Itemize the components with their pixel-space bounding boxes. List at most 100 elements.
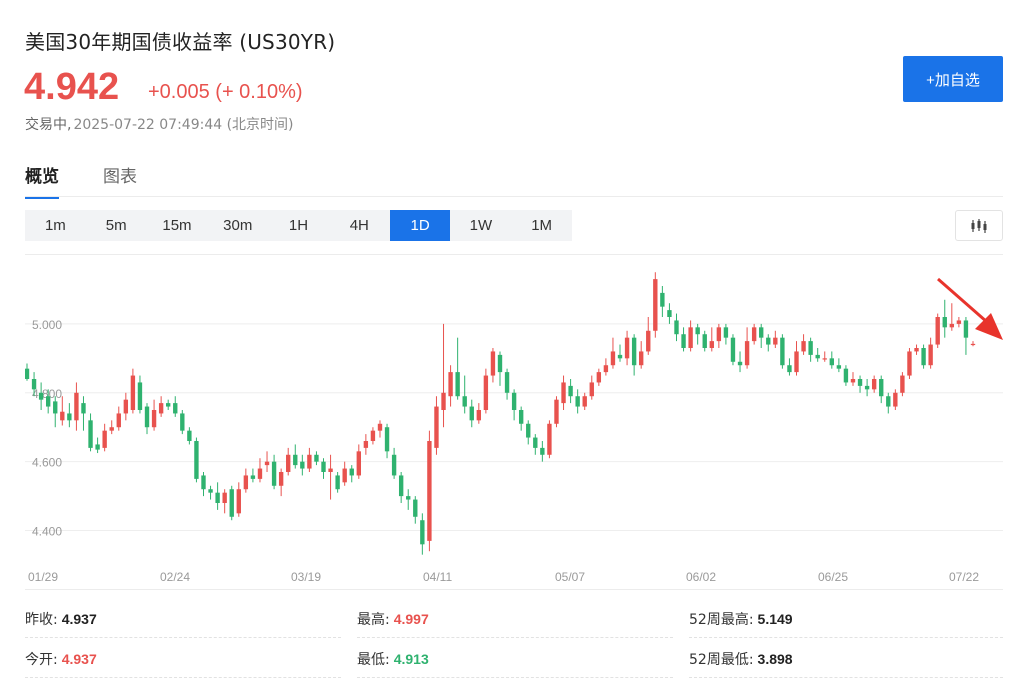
stat-label: 今开: [25,652,58,668]
candle-body [886,396,891,407]
candle-body [123,399,129,414]
instrument-title: 美国30年期国债收益率 (US30YR) [25,30,336,54]
tab-overview[interactable]: 概览 [25,162,59,199]
candle-body [293,454,298,466]
add-watchlist-button[interactable]: +加自选 [903,56,1003,102]
candle-body [384,427,390,452]
chart-type-button[interactable] [955,210,1003,241]
period-1mo[interactable]: 1M [511,210,572,241]
candle-body [871,379,877,390]
candle-body [67,413,72,421]
candle-body [596,372,602,383]
candle-body [787,365,792,373]
candle-body [907,351,912,376]
candle-body [469,406,474,421]
period-5m[interactable]: 5m [86,210,147,241]
candle-body [780,337,785,366]
period-4h[interactable]: 4H [329,210,390,241]
period-30m[interactable]: 30m [207,210,268,241]
candle-body [511,392,517,410]
candle-body [215,492,220,503]
price-chart[interactable]: 5.000 4.800 4.600 4.400 01/29 02/24 03/19 04/1… [25,254,1003,590]
x-tick-label: 04/11 [423,570,452,584]
stat-label: 最低: [357,652,390,668]
tab-divider [25,196,1003,197]
candle-body [603,365,609,373]
candle-body [448,372,453,397]
candle-body [879,379,884,397]
candle-body [328,468,333,472]
candle-body [674,320,679,335]
x-tick-label: 06/02 [686,570,716,584]
candle-body [173,403,178,414]
candle-body [60,411,65,421]
candle-body [137,382,143,410]
candle-body [766,337,771,345]
candle-body [794,351,799,373]
candle-body [963,320,969,338]
period-1d[interactable]: 1D [389,210,451,241]
tab-chart[interactable]: 图表 [103,162,137,197]
candle-body [893,392,898,407]
candle-body [815,354,820,359]
candle-body [278,472,284,486]
candle-body [314,454,319,462]
candle-body [88,420,93,448]
candle-body [476,410,482,421]
candle-body [660,292,665,307]
candle-body [53,401,58,414]
candle-body [547,423,552,455]
candle-body [45,396,51,407]
candle-body [413,499,418,517]
y-tick-label: 4.600 [32,456,62,470]
candle-body [377,423,383,431]
x-tick-label: 03/19 [291,570,321,584]
candle-body [949,323,955,328]
candle-body [356,451,361,476]
period-1w[interactable]: 1W [450,210,511,241]
y-tick-label: 4.400 [32,525,62,539]
period-1h[interactable]: 1H [268,210,329,241]
candle-body [427,441,432,541]
stats-row: 昨收: 4.937 最高: 4.997 52周最高: 5.149 [25,600,1003,638]
candle-body [646,330,651,352]
candle-body [166,403,171,407]
candle-body [222,492,227,503]
stat-52w-low: 52周最低: 3.898 [689,640,1003,678]
candle-body [95,444,100,450]
candle-body [709,341,714,348]
x-tick-label: 01/29 [28,570,58,584]
candle-body [434,406,439,448]
candle-body [533,437,538,448]
candle-body [518,410,524,424]
price-change: +0.005 (+ 0.10%) [148,81,303,103]
candle-body [342,468,347,483]
candle-body [836,365,842,369]
candle-body [81,403,86,414]
period-1m[interactable]: 1m [25,210,86,241]
candle-body [406,496,411,500]
candlestick-chart[interactable]: 5.0004.8004.6004.400 01/29 02/24 03/19 04/1… [25,255,1003,591]
candle-body [321,461,326,472]
candle-body [151,410,157,428]
candle-body [914,348,919,352]
candle-body [935,317,940,345]
candle-body [257,468,263,479]
candle-body [568,385,573,397]
candle-body [822,358,827,360]
candle-body [617,354,623,359]
candle-body [455,372,460,397]
candle-body [801,341,806,352]
quote-time: 2025-07-22 07:49:44 (北京时间) [73,117,294,133]
stat-value: 4.937 [61,611,97,627]
period-15m[interactable]: 15m [147,210,208,241]
candle-body [490,351,496,376]
candle-body [462,396,467,407]
candle-body [208,489,213,493]
candle-body [582,396,587,407]
candle-body [561,382,566,404]
candle-body [250,475,256,479]
candle-body [730,337,736,362]
candle-body [187,430,192,441]
candle-body [271,461,277,486]
